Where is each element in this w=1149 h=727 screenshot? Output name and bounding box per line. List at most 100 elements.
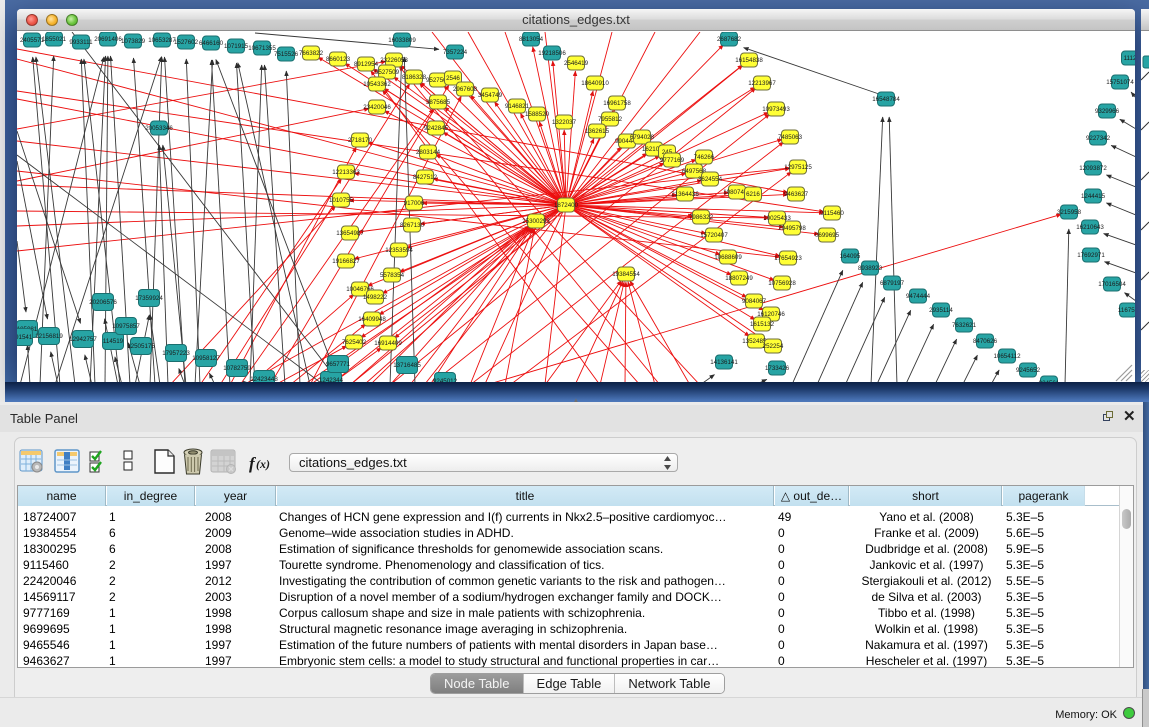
svg-text:12505175: 12505175: [127, 343, 155, 350]
svg-text:8267130: 8267130: [400, 222, 425, 229]
svg-text:2546419: 2546419: [564, 60, 589, 67]
svg-text:116753: 116753: [1118, 307, 1135, 314]
svg-text:9115460: 9115460: [820, 210, 844, 217]
svg-text:1322037: 1322037: [552, 119, 577, 126]
svg-text:16548784: 16548784: [872, 96, 900, 103]
svg-text:19218506: 19218506: [538, 50, 566, 57]
svg-text:7663822: 7663822: [299, 50, 324, 57]
svg-text:20691406: 20691406: [94, 36, 122, 43]
svg-text:12213363: 12213363: [332, 169, 360, 176]
svg-text:9474444: 9474444: [906, 293, 931, 300]
svg-text:9463627: 9463627: [784, 191, 809, 198]
svg-text:3215958: 3215958: [1057, 209, 1082, 216]
svg-text:12353594: 12353594: [385, 247, 413, 254]
svg-text:2935114: 2935114: [929, 307, 953, 314]
svg-text:6794028: 6794028: [630, 134, 655, 141]
svg-text:8427512: 8427512: [413, 174, 438, 181]
svg-text:1112: 1112: [1124, 55, 1135, 62]
svg-text:8660123: 8660123: [326, 56, 351, 63]
svg-text:8813054: 8813054: [519, 36, 544, 43]
svg-text:7625402: 7625402: [342, 339, 367, 346]
svg-text:18807249: 18807249: [725, 275, 753, 282]
svg-text:20053346: 20053346: [145, 125, 173, 132]
svg-text:6216: 6216: [746, 191, 760, 198]
svg-text:2967608: 2967608: [453, 86, 478, 93]
svg-text:17654923: 17654923: [774, 255, 802, 262]
svg-text:17692971: 17692971: [1077, 252, 1105, 259]
svg-text:391541: 391541: [17, 334, 33, 341]
svg-text:2803144: 2803144: [416, 149, 441, 156]
svg-text:10688609: 10688609: [714, 254, 742, 261]
svg-text:1073829: 1073829: [121, 38, 146, 45]
svg-text:13654987: 13654987: [336, 230, 364, 237]
svg-text:20206576: 20206576: [89, 299, 117, 306]
svg-text:16409948: 16409948: [358, 316, 386, 323]
svg-text:1362615: 1362615: [585, 128, 610, 135]
svg-text:2687682: 2687682: [717, 36, 742, 43]
svg-text:10973493: 10973493: [762, 106, 790, 113]
svg-text:12975125: 12975125: [784, 164, 812, 171]
svg-text:19166827: 19166827: [332, 258, 360, 265]
svg-text:9777169: 9777169: [660, 157, 685, 164]
svg-text:114519: 114519: [103, 338, 124, 345]
svg-text:9146821: 9146821: [505, 103, 530, 110]
svg-text:7485063: 7485063: [778, 134, 803, 141]
svg-text:9227342: 9227342: [1086, 135, 1111, 142]
svg-text:1010755: 1010755: [329, 197, 354, 204]
svg-text:6466160: 6466160: [199, 40, 224, 47]
svg-text:2718170: 2718170: [348, 137, 373, 144]
svg-text:746266: 746266: [694, 154, 715, 161]
svg-text:15720407: 15720407: [700, 232, 728, 239]
svg-text:10975857: 10975857: [112, 323, 140, 330]
svg-text:1527602: 1527602: [174, 39, 199, 46]
svg-text:12156819: 12156819: [35, 333, 63, 340]
svg-text:8470626: 8470626: [973, 338, 998, 345]
svg-text:5578354: 5578354: [380, 272, 405, 279]
svg-text:10756928: 10756928: [768, 280, 796, 287]
svg-text:3875685: 3875685: [426, 99, 451, 106]
svg-text:8912954: 8912954: [354, 61, 379, 68]
svg-text:1244415: 1244415: [1081, 193, 1106, 200]
svg-text:13716485: 13716485: [393, 362, 421, 369]
svg-text:23420046: 23420046: [363, 104, 391, 111]
svg-text:10671355: 10671355: [248, 45, 276, 52]
svg-text:(x): (x): [256, 457, 270, 471]
svg-text:917006: 917006: [404, 200, 425, 207]
svg-text:9242845: 9242845: [424, 125, 449, 132]
svg-text:9245652: 9245652: [1016, 367, 1041, 374]
svg-text:14136141: 14136141: [710, 359, 738, 366]
svg-text:1498222: 1498222: [363, 294, 388, 301]
svg-text:3454749: 3454749: [478, 92, 503, 99]
svg-text:8938923: 8938923: [858, 265, 883, 272]
svg-text:10025433: 10025433: [763, 215, 791, 222]
svg-text:16914409: 16914409: [374, 340, 402, 347]
svg-text:17016504: 17016504: [1098, 281, 1126, 288]
svg-text:10543362: 10543362: [363, 81, 391, 88]
svg-text:1872400: 1872400: [554, 202, 579, 209]
svg-text:12213967: 12213967: [748, 80, 776, 87]
svg-text:9657771: 9657771: [326, 361, 351, 368]
svg-text:16961758: 16961758: [603, 100, 631, 107]
svg-text:19384554: 19384554: [612, 271, 640, 278]
svg-text:164095: 164095: [840, 253, 861, 260]
svg-text:21364436: 21364436: [671, 191, 699, 198]
svg-text:16033809: 16033809: [388, 37, 416, 44]
svg-text:12942757: 12942757: [69, 336, 97, 343]
svg-text:16154838: 16154838: [735, 57, 763, 64]
svg-text:10958127: 10958127: [192, 355, 220, 362]
svg-text:7955812: 7955812: [598, 116, 623, 123]
svg-text:20495798: 20495798: [778, 225, 806, 232]
svg-text:9527509: 9527509: [375, 69, 400, 76]
svg-text:10653287: 10653287: [148, 37, 176, 44]
svg-text:1588520: 1588520: [525, 111, 550, 118]
svg-text:6879197: 6879197: [880, 280, 905, 287]
svg-text:10654112: 10654112: [993, 353, 1021, 360]
svg-text:252254: 252254: [763, 343, 784, 350]
svg-text:1855021: 1855021: [42, 36, 67, 43]
svg-text:12093872: 12093872: [1079, 165, 1107, 172]
svg-text:2546: 2546: [446, 75, 460, 82]
svg-text:17359924: 17359924: [135, 295, 163, 302]
svg-text:17957223: 17957223: [162, 350, 190, 357]
svg-text:1615132: 1615132: [750, 321, 775, 328]
svg-text:7632621: 7632621: [952, 322, 977, 329]
